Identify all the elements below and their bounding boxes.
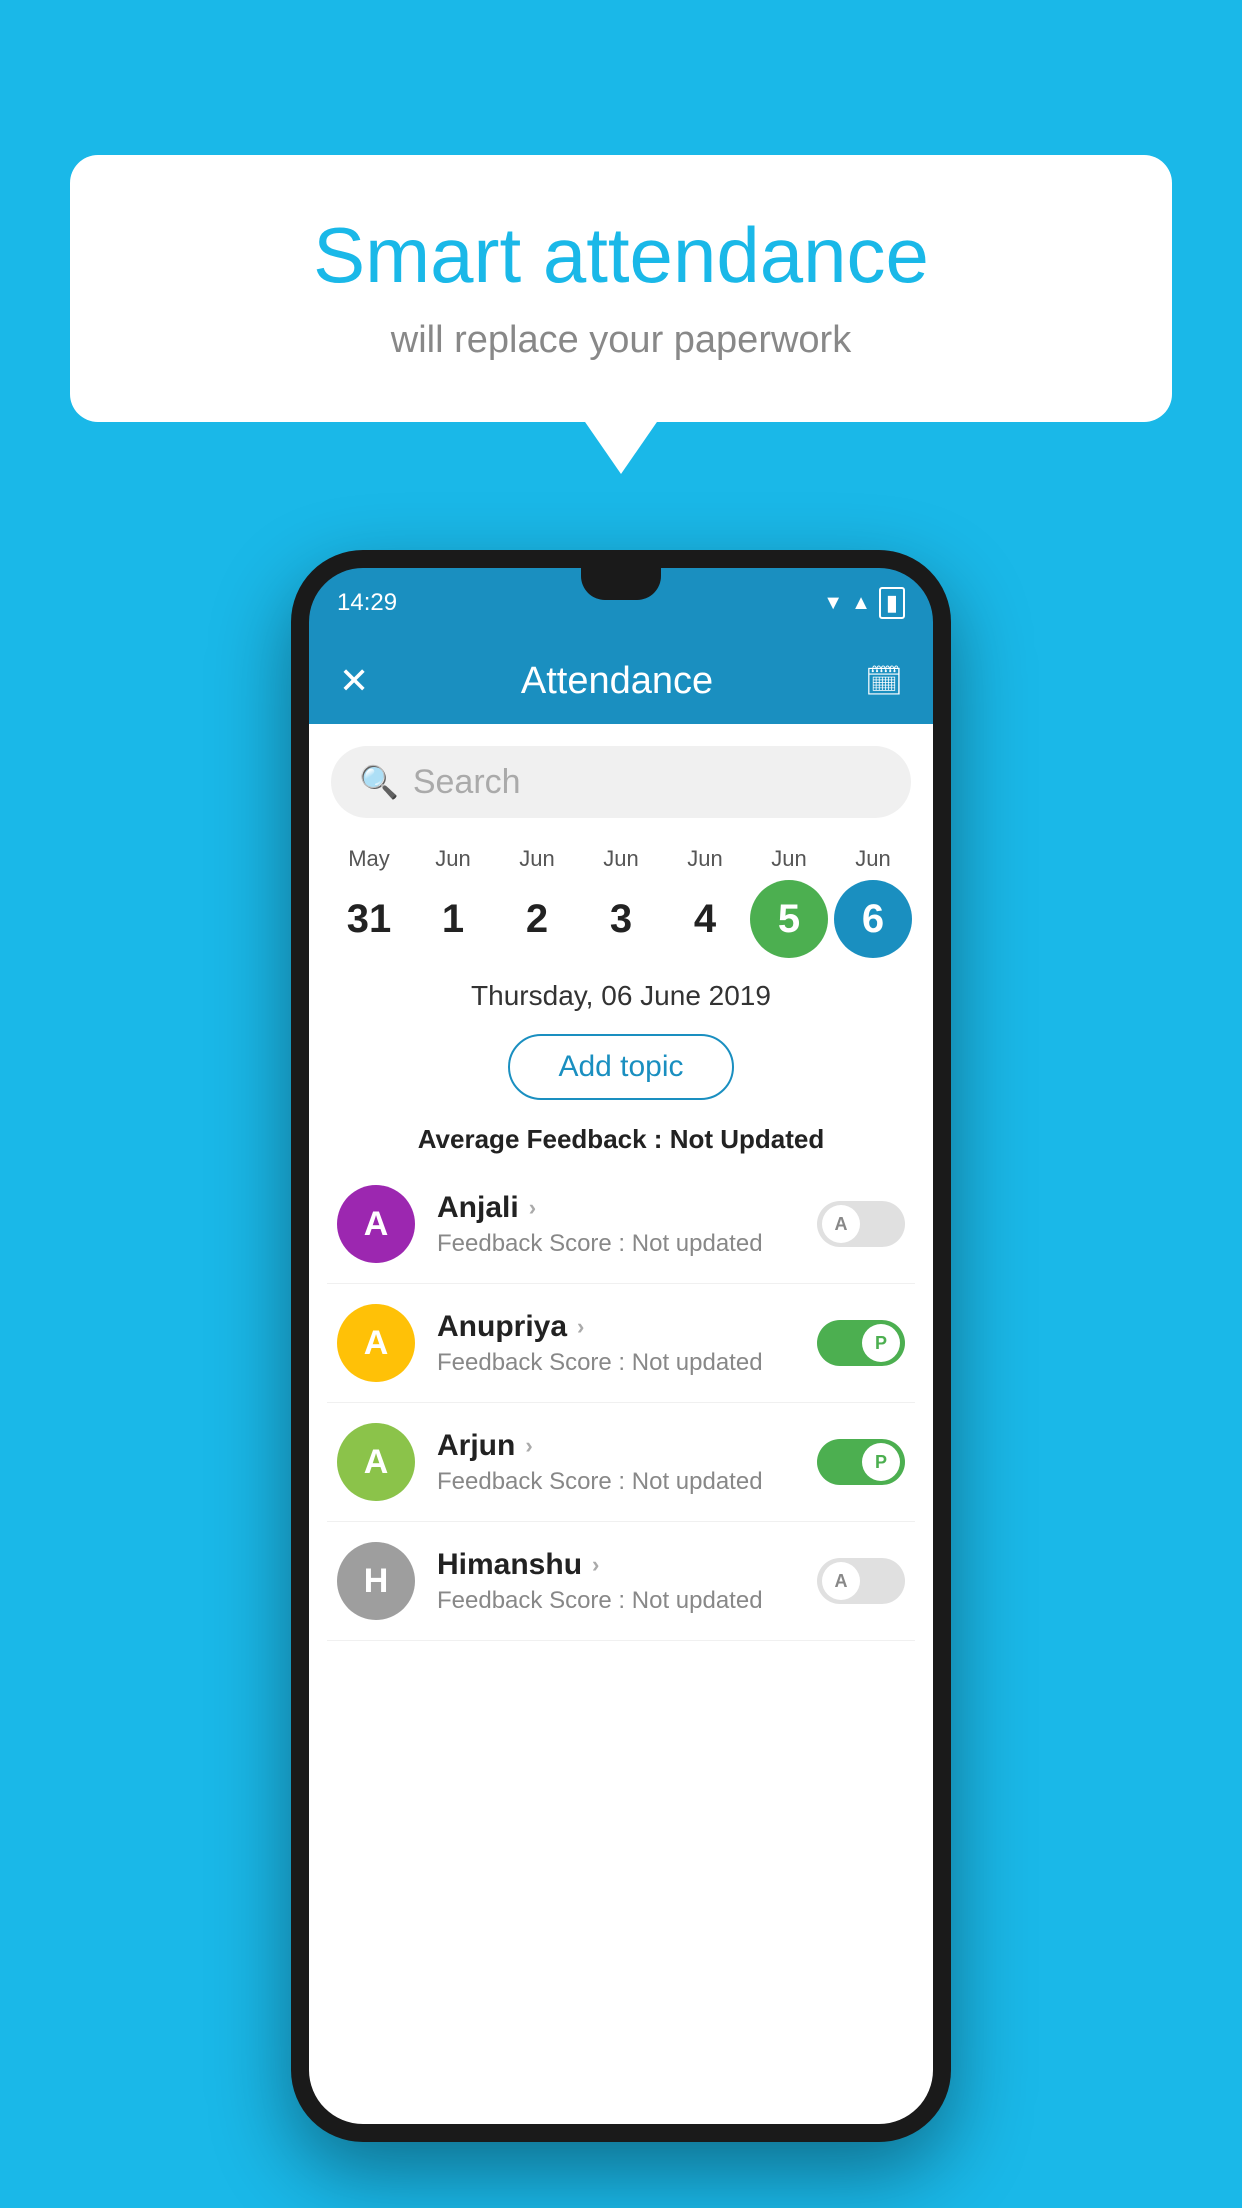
- wifi-icon: ▼: [823, 592, 843, 615]
- chevron-icon: ›: [525, 1433, 532, 1459]
- student-score: Feedback Score : Not updated: [437, 1349, 795, 1377]
- avatar: A: [337, 1185, 415, 1263]
- attendance-toggle[interactable]: A: [817, 1558, 905, 1604]
- cal-day-number: 6: [834, 880, 912, 958]
- student-name: Himanshu ›: [437, 1548, 795, 1582]
- cal-month-label: Jun: [750, 846, 828, 872]
- toggle-knob: P: [862, 1443, 900, 1481]
- student-list: AAnjali ›Feedback Score : Not updatedAAA…: [309, 1165, 933, 1641]
- status-bar: 14:29 ▼ ▲ ▮: [309, 568, 933, 638]
- toggle-knob: P: [862, 1324, 900, 1362]
- cal-month-label: Jun: [414, 846, 492, 872]
- chevron-icon: ›: [529, 1195, 536, 1221]
- calendar-day-0[interactable]: May 31: [330, 846, 408, 958]
- student-info: Anjali › Feedback Score : Not updated: [437, 1191, 795, 1258]
- app-bar-title: Attendance: [521, 660, 713, 703]
- cal-day-number: 3: [582, 880, 660, 958]
- attendance-toggle[interactable]: P: [817, 1439, 905, 1485]
- status-time: 14:29: [337, 589, 397, 617]
- screen-content: 🔍 Search May31Jun1Jun2Jun3Jun4Jun5Jun6 T…: [309, 724, 933, 2124]
- avatar: A: [337, 1423, 415, 1501]
- average-feedback: Average Feedback : Not Updated: [309, 1110, 933, 1165]
- calendar-day-1[interactable]: Jun 1: [414, 846, 492, 958]
- calendar-day-3[interactable]: Jun 3: [582, 846, 660, 958]
- cal-month-label: Jun: [666, 846, 744, 872]
- search-icon: 🔍: [359, 763, 399, 801]
- bubble-subtitle: will replace your paperwork: [130, 319, 1112, 362]
- avatar: H: [337, 1542, 415, 1620]
- phone-mockup: 14:29 ▼ ▲ ▮ ✕ Attendance 🗓 🔍 Search May 3…: [291, 550, 951, 2142]
- toggle-knob: A: [822, 1562, 860, 1600]
- student-item-2[interactable]: A Arjun › Feedback Score : Not updated P: [327, 1403, 915, 1522]
- status-icons: ▼ ▲ ▮: [823, 587, 905, 619]
- calendar-day-4[interactable]: Jun 4: [666, 846, 744, 958]
- selected-date: Thursday, 06 June 2019: [309, 962, 933, 1024]
- cal-month-label: Jun: [582, 846, 660, 872]
- search-bar[interactable]: 🔍 Search: [331, 746, 911, 818]
- attendance-toggle[interactable]: P: [817, 1320, 905, 1366]
- student-item-3[interactable]: H Himanshu › Feedback Score : Not updated A: [327, 1522, 915, 1641]
- cal-month-label: Jun: [498, 846, 576, 872]
- student-info: Anupriya › Feedback Score : Not updated: [437, 1310, 795, 1377]
- toggle-knob: A: [822, 1205, 860, 1243]
- calendar-strip: May31Jun1Jun2Jun3Jun4Jun5Jun6: [309, 828, 933, 962]
- avg-feedback-value: Not Updated: [670, 1124, 825, 1154]
- calendar-day-6[interactable]: Jun 6: [834, 846, 912, 958]
- student-item-0[interactable]: A Anjali › Feedback Score : Not updated A: [327, 1165, 915, 1284]
- chevron-icon: ›: [577, 1314, 584, 1340]
- notch: [581, 568, 661, 600]
- chevron-icon: ›: [592, 1552, 599, 1578]
- attendance-toggle[interactable]: A: [817, 1201, 905, 1247]
- battery-icon: ▮: [879, 587, 905, 619]
- calendar-button[interactable]: 🗓: [865, 664, 903, 699]
- student-score: Feedback Score : Not updated: [437, 1230, 795, 1258]
- cal-day-number: 1: [414, 880, 492, 958]
- student-info: Arjun › Feedback Score : Not updated: [437, 1429, 795, 1496]
- student-name: Anjali ›: [437, 1191, 795, 1225]
- app-bar: ✕ Attendance 🗓: [309, 638, 933, 724]
- close-button[interactable]: ✕: [339, 660, 369, 702]
- student-score: Feedback Score : Not updated: [437, 1468, 795, 1496]
- calendar-day-2[interactable]: Jun 2: [498, 846, 576, 958]
- avatar: A: [337, 1304, 415, 1382]
- calendar-day-5[interactable]: Jun 5: [750, 846, 828, 958]
- student-name: Arjun ›: [437, 1429, 795, 1463]
- cal-day-number: 4: [666, 880, 744, 958]
- student-score: Feedback Score : Not updated: [437, 1587, 795, 1615]
- cal-day-number: 5: [750, 880, 828, 958]
- student-item-1[interactable]: A Anupriya › Feedback Score : Not updated P: [327, 1284, 915, 1403]
- search-placeholder: Search: [413, 763, 521, 802]
- cal-day-number: 2: [498, 880, 576, 958]
- student-name: Anupriya ›: [437, 1310, 795, 1344]
- cal-month-label: May: [330, 846, 408, 872]
- cal-day-number: 31: [330, 880, 408, 958]
- avg-feedback-label: Average Feedback :: [418, 1124, 663, 1154]
- signal-icon: ▲: [851, 592, 871, 615]
- add-topic-button[interactable]: Add topic: [508, 1034, 733, 1100]
- cal-month-label: Jun: [834, 846, 912, 872]
- speech-bubble: Smart attendance will replace your paper…: [70, 155, 1172, 422]
- student-info: Himanshu › Feedback Score : Not updated: [437, 1548, 795, 1615]
- phone-outer: 14:29 ▼ ▲ ▮ ✕ Attendance 🗓 🔍 Search May 3…: [291, 550, 951, 2142]
- bubble-title: Smart attendance: [130, 210, 1112, 301]
